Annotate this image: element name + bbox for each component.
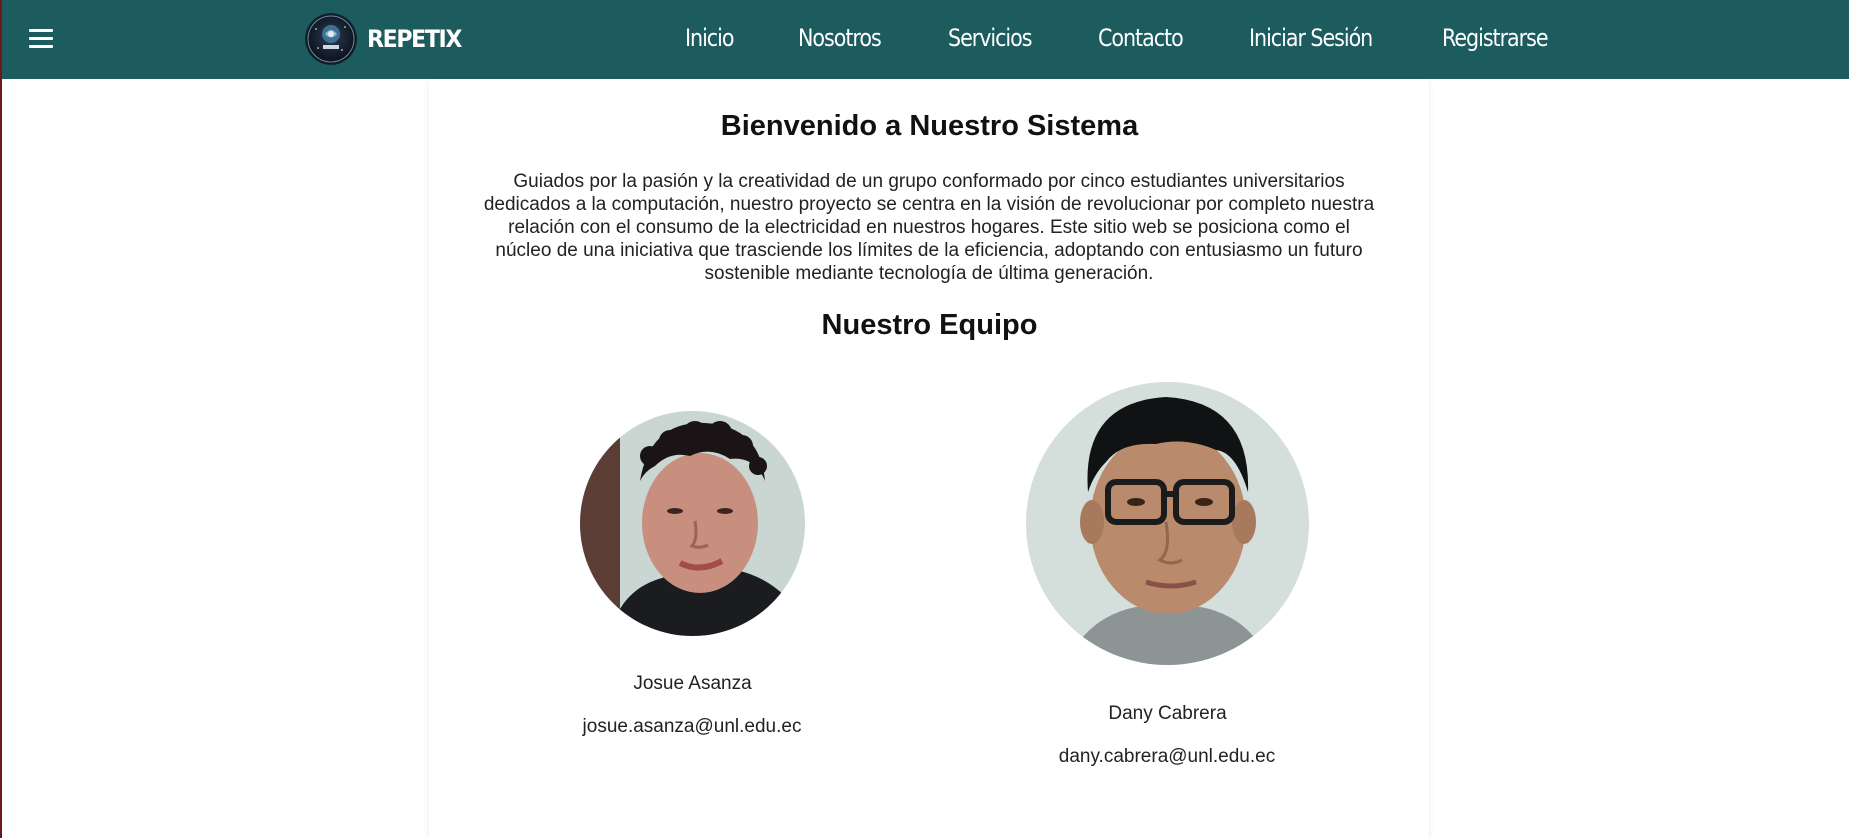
- page: REPETIX Inicio Nosotros Servicios Contac…: [0, 0, 1849, 838]
- main-nav: Inicio Nosotros Servicios Contacto Inici…: [2, 0, 1849, 79]
- member-email[interactable]: dany.cabrera@unl.edu.ec: [1017, 746, 1317, 768]
- welcome-title: Bienvenido a Nuestro Sistema: [720, 110, 1139, 142]
- intro-line: núcleo de una iniciativa que trasciende …: [495, 240, 1363, 261]
- nav-link-nosotros[interactable]: Nosotros: [798, 24, 882, 52]
- nav-link-servicios[interactable]: Servicios: [948, 24, 1032, 52]
- intro-line: relación con el consumo de la electricid…: [508, 217, 1350, 238]
- member-email[interactable]: josue.asanza@unl.edu.ec: [542, 716, 842, 738]
- nav-link-inicio[interactable]: Inicio: [685, 24, 734, 52]
- nav-link-contacto[interactable]: Contacto: [1098, 24, 1184, 52]
- intro-line: dedicados a la computación, nuestro proy…: [483, 194, 1375, 215]
- intro-paragraph: Guiados por la pasión y la creatividad d…: [454, 170, 1404, 285]
- nav-link-registrarse[interactable]: Registrarse: [1442, 24, 1549, 52]
- member-name: Dany Cabrera: [1108, 703, 1227, 724]
- member-name: Josue Asanza: [633, 673, 752, 694]
- member-photo-josue: [580, 411, 805, 636]
- top-navbar: REPETIX Inicio Nosotros Servicios Contac…: [2, 0, 1849, 79]
- nav-link-iniciar-sesion[interactable]: Iniciar Sesión: [1249, 24, 1373, 52]
- intro-line: sostenible mediante tecnología de última…: [704, 263, 1154, 284]
- member-photo-dany: [1026, 382, 1309, 665]
- team-title: Nuestro Equipo: [821, 309, 1038, 341]
- intro-line: Guiados por la pasión y la creatividad d…: [513, 171, 1345, 192]
